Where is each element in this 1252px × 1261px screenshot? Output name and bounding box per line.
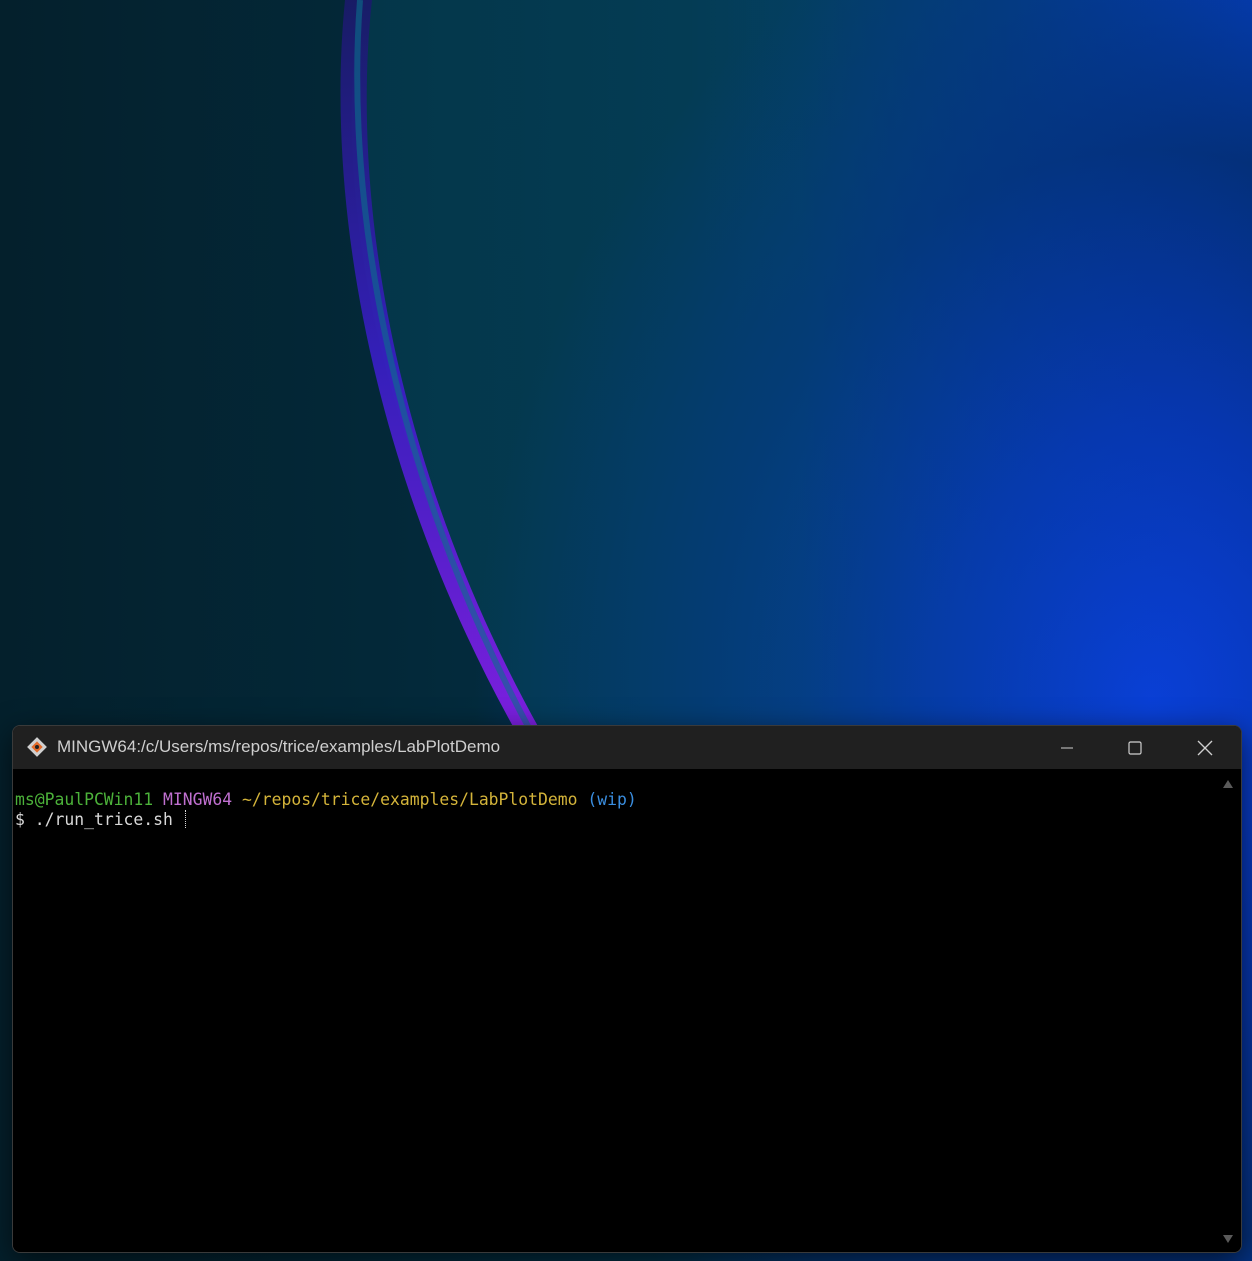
close-button[interactable] xyxy=(1171,726,1239,769)
window-title: MINGW64:/c/Users/ms/repos/trice/examples… xyxy=(57,737,501,756)
terminal-output[interactable]: ms@PaulPCWin11 MINGW64 ~/repos/trice/exa… xyxy=(13,769,1213,1252)
prompt-user-host: ms@PaulPCWin11 xyxy=(15,790,154,809)
scroll-down-arrow-icon[interactable] xyxy=(1222,1234,1234,1244)
close-icon xyxy=(1197,740,1213,755)
title-bar[interactable]: MINGW64:/c/Users/ms/repos/trice/examples… xyxy=(13,726,1241,769)
vertical-scrollbar[interactable] xyxy=(1213,769,1241,1252)
command-text: ./run_trice.sh xyxy=(34,810,173,829)
prompt-system: MINGW64 xyxy=(163,790,233,809)
maximize-button[interactable] xyxy=(1101,726,1169,769)
command-line[interactable]: $ ./run_trice.sh xyxy=(15,810,1213,830)
minimize-button[interactable] xyxy=(1033,726,1101,769)
terminal-window[interactable]: MINGW64:/c/Users/ms/repos/trice/examples… xyxy=(12,725,1242,1253)
prompt-branch: (wip) xyxy=(587,790,637,809)
text-cursor xyxy=(184,810,187,828)
prompt-line: ms@PaulPCWin11 MINGW64 ~/repos/trice/exa… xyxy=(15,790,1213,810)
scroll-up-arrow-icon[interactable] xyxy=(1222,779,1234,789)
prompt-symbol: $ xyxy=(15,810,25,829)
git-bash-icon xyxy=(27,737,47,757)
prompt-path: ~/repos/trice/examples/LabPlotDemo xyxy=(241,790,578,809)
maximize-icon xyxy=(1128,740,1142,755)
minimize-icon xyxy=(1061,747,1073,748)
